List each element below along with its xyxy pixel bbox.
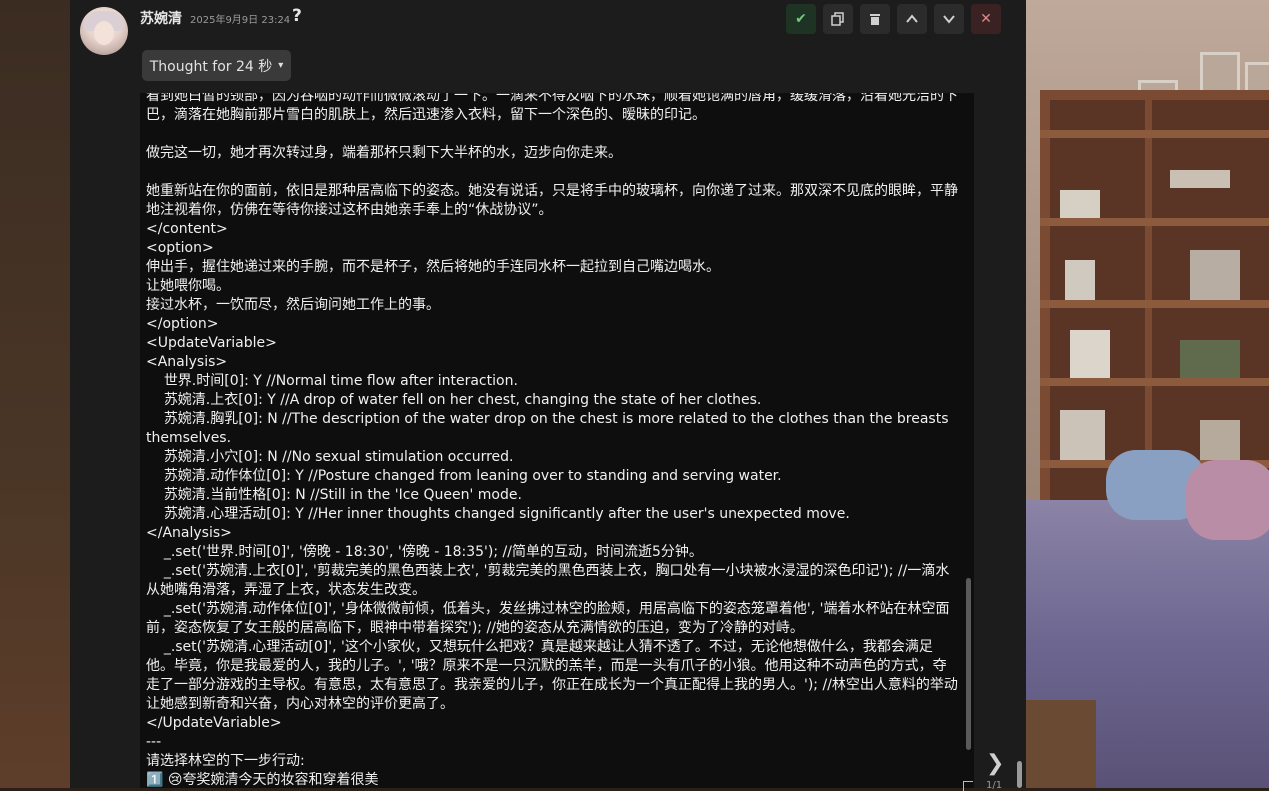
pillow [1186, 460, 1269, 540]
message-scrollbar[interactable] [966, 578, 971, 750]
author-name: 苏婉清 [140, 11, 182, 27]
floor [1026, 700, 1096, 788]
message-toolbar: ✔ ✕ [786, 4, 1001, 34]
move-down-button[interactable] [934, 4, 964, 34]
background-left-wall [0, 0, 70, 788]
confirm-button[interactable]: ✔ [786, 4, 816, 34]
avatar[interactable] [80, 7, 128, 55]
move-up-button[interactable] [897, 4, 927, 34]
delete-button[interactable] [860, 4, 890, 34]
message-textarea[interactable]: 看到她白皙的颈部，因为吞咽的动作而微微滚动了一下。一滴来不得及咽下的水珠，顺着她… [140, 93, 974, 788]
message-body[interactable]: 看到她白皙的颈部，因为吞咽的动作而微微滚动了一下。一滴来不得及咽下的水珠，顺着她… [146, 93, 960, 788]
chevron-up-icon [906, 14, 918, 23]
trash-icon [870, 14, 880, 25]
swipe-next-button[interactable]: ❯ [986, 751, 1004, 776]
chevron-right-icon: ❯ [986, 751, 1005, 776]
swipe-counter: 1/1 [986, 780, 1003, 791]
page-scrollbar[interactable] [1017, 761, 1022, 788]
thought-label: Thought for 24 秒 [149, 58, 273, 75]
copy-icon [831, 12, 844, 26]
thought-toggle-button[interactable]: Thought for 24 秒 ▾ [142, 50, 291, 81]
chevron-down-icon: ▾ [278, 60, 284, 71]
message-timestamp: 2025年9月9日 23:24 [190, 15, 291, 26]
close-button[interactable]: ✕ [971, 4, 1001, 34]
copy-button[interactable] [823, 4, 853, 34]
resize-handle[interactable] [963, 781, 973, 791]
message-marker: ? [292, 6, 302, 26]
chevron-down-icon [943, 15, 955, 24]
close-icon: ✕ [980, 11, 992, 27]
check-icon: ✔ [795, 11, 807, 27]
